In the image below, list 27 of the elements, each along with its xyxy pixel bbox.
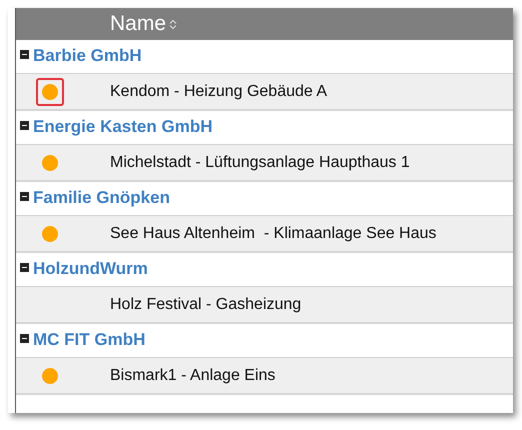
collapse-icon[interactable] <box>20 263 29 272</box>
row-label: Holz Festival - Gasheizung <box>110 294 302 314</box>
table-row[interactable]: Bismark1 - Anlage Eins <box>16 358 513 395</box>
row-label: See Haus Altenheim - Klimaanlage See Haus <box>110 224 436 244</box>
collapse-icon[interactable] <box>20 50 29 59</box>
table-row[interactable]: Michelstadt - Lüftungsanlage Haupthaus 1 <box>16 145 513 182</box>
group-row[interactable]: Energie Kasten GmbH <box>16 111 513 145</box>
group-name: Energie Kasten GmbH <box>33 117 212 137</box>
group-row[interactable]: MC FIT GmbH <box>16 324 513 358</box>
collapse-icon[interactable] <box>20 334 29 343</box>
table-row[interactable]: Holz Festival - Gasheizung <box>16 287 513 324</box>
row-label: Michelstadt - Lüftungsanlage Haupthaus 1 <box>110 152 410 172</box>
group-name: HolzundWurm <box>33 259 148 279</box>
group-row[interactable]: Familie Gnöpken <box>16 182 513 216</box>
table-row[interactable]: Kendom - Heizung Gebäude A <box>16 74 513 111</box>
group-row[interactable]: Barbie GmbH <box>16 40 513 74</box>
group-row[interactable]: HolzundWurm <box>16 253 513 287</box>
row-label: Kendom - Heizung Gebäude A <box>110 82 328 102</box>
row-label: Bismark1 - Anlage Eins <box>110 366 276 386</box>
collapse-icon[interactable] <box>20 121 29 130</box>
sort-icon[interactable] <box>169 18 178 30</box>
group-name: Barbie GmbH <box>33 46 142 66</box>
column-header[interactable]: Name <box>110 8 178 40</box>
table-row[interactable]: See Haus Altenheim - Klimaanlage See Haus <box>16 216 513 253</box>
group-name: MC FIT GmbH <box>33 330 146 350</box>
collapse-icon[interactable] <box>20 192 29 201</box>
group-name: Familie Gnöpken <box>33 188 170 208</box>
